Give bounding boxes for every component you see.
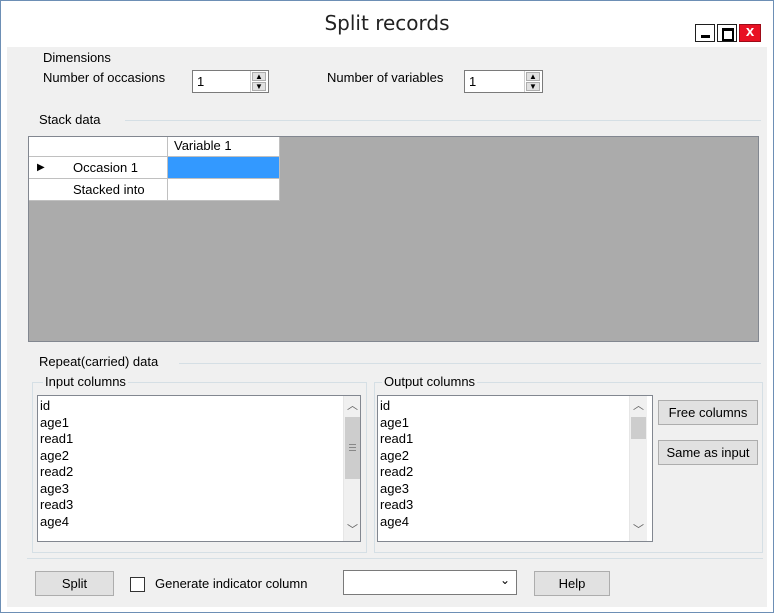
stack-data-grid[interactable]: Variable 1 ▶ Occasion 1 Stacked into xyxy=(28,136,759,342)
input-columns-list[interactable]: id age1 read1 age2 read2 age3 read3 age4… xyxy=(37,395,361,542)
output-columns-label: Output columns xyxy=(382,374,478,389)
output-list-scrollbar[interactable]: ︿ ﹀ xyxy=(629,396,647,541)
input-scroll-thumb[interactable] xyxy=(345,417,360,479)
list-item[interactable]: read1 xyxy=(40,431,73,446)
generate-indicator-label[interactable]: Generate indicator column xyxy=(155,576,307,592)
same-as-input-button[interactable]: Same as input xyxy=(658,440,758,465)
close-glyph: x xyxy=(745,23,755,40)
free-columns-button[interactable]: Free columns xyxy=(658,400,758,425)
list-item[interactable]: age3 xyxy=(380,481,409,496)
list-item[interactable]: read2 xyxy=(380,464,413,479)
occasions-stepper[interactable]: 1 ▲ ▼ xyxy=(192,70,269,93)
repeat-group-label: Repeat(carried) data xyxy=(37,354,161,369)
output-scroll-thumb[interactable] xyxy=(631,417,646,439)
split-records-window: Split records x Dimensions Number of occ… xyxy=(0,0,774,613)
stack-group-label: Stack data xyxy=(37,112,103,127)
row-label-occasion: Occasion 1 xyxy=(73,160,139,175)
variables-label: Number of variables xyxy=(327,70,444,85)
grid-cell-stacked-into[interactable] xyxy=(168,179,280,201)
row-label-stacked: Stacked into xyxy=(73,182,145,197)
chevron-down-icon[interactable]: ﹀ xyxy=(630,522,647,539)
chevron-up-icon[interactable]: ︿ xyxy=(630,398,647,415)
occasions-value: 1 xyxy=(197,74,205,89)
close-icon[interactable]: x xyxy=(739,23,761,42)
occasions-label: Number of occasions xyxy=(43,70,166,85)
list-item[interactable]: age1 xyxy=(380,415,409,430)
list-item[interactable]: read3 xyxy=(40,497,73,512)
maximize-icon[interactable] xyxy=(717,24,737,42)
variables-down-icon[interactable]: ▼ xyxy=(526,82,540,91)
title-bar[interactable]: Split records x xyxy=(7,0,767,47)
occasions-down-icon[interactable]: ▼ xyxy=(252,82,266,91)
chevron-down-icon[interactable]: ﹀ xyxy=(344,522,360,539)
help-button[interactable]: Help xyxy=(534,571,610,596)
grid-row-header-occasion[interactable]: ▶ Occasion 1 xyxy=(29,157,168,179)
generate-indicator-checkbox[interactable] xyxy=(130,577,145,592)
list-item[interactable]: age3 xyxy=(40,481,69,496)
input-columns-label: Input columns xyxy=(43,374,128,389)
list-item[interactable]: id xyxy=(380,398,390,413)
chevron-up-icon[interactable]: ︿ xyxy=(344,398,360,415)
list-item[interactable]: age4 xyxy=(380,514,409,529)
current-row-arrow-icon: ▶ xyxy=(37,162,45,173)
input-list-scrollbar[interactable]: ︿ ﹀ xyxy=(343,396,360,541)
minimize-icon[interactable] xyxy=(695,24,715,42)
output-columns-list[interactable]: id age1 read1 age2 read2 age3 read3 age4… xyxy=(377,395,653,542)
grid-corner xyxy=(29,137,168,157)
variables-stepper[interactable]: 1 ▲ ▼ xyxy=(464,70,543,93)
variables-up-icon[interactable]: ▲ xyxy=(526,72,540,81)
grid-column-header[interactable]: Variable 1 xyxy=(168,137,280,157)
list-item[interactable]: id xyxy=(40,398,50,413)
list-item[interactable]: age2 xyxy=(380,448,409,463)
list-item[interactable]: read2 xyxy=(40,464,73,479)
list-item[interactable]: age4 xyxy=(40,514,69,529)
footer-separator xyxy=(27,558,763,559)
list-item[interactable]: read3 xyxy=(380,497,413,512)
chevron-down-icon[interactable]: ⌄ xyxy=(500,573,510,587)
list-item[interactable]: read1 xyxy=(380,431,413,446)
dimensions-group-label: Dimensions xyxy=(41,50,113,65)
variables-value: 1 xyxy=(469,74,477,89)
occasions-up-icon[interactable]: ▲ xyxy=(252,72,266,81)
list-item[interactable]: age2 xyxy=(40,448,69,463)
list-item[interactable]: age1 xyxy=(40,415,69,430)
split-button[interactable]: Split xyxy=(35,571,114,596)
grid-row-header-stacked[interactable]: Stacked into xyxy=(29,179,168,201)
indicator-combo[interactable]: ⌄ xyxy=(343,570,517,595)
grid-cell-occasion-1[interactable] xyxy=(168,157,280,179)
window-title: Split records xyxy=(324,11,450,35)
